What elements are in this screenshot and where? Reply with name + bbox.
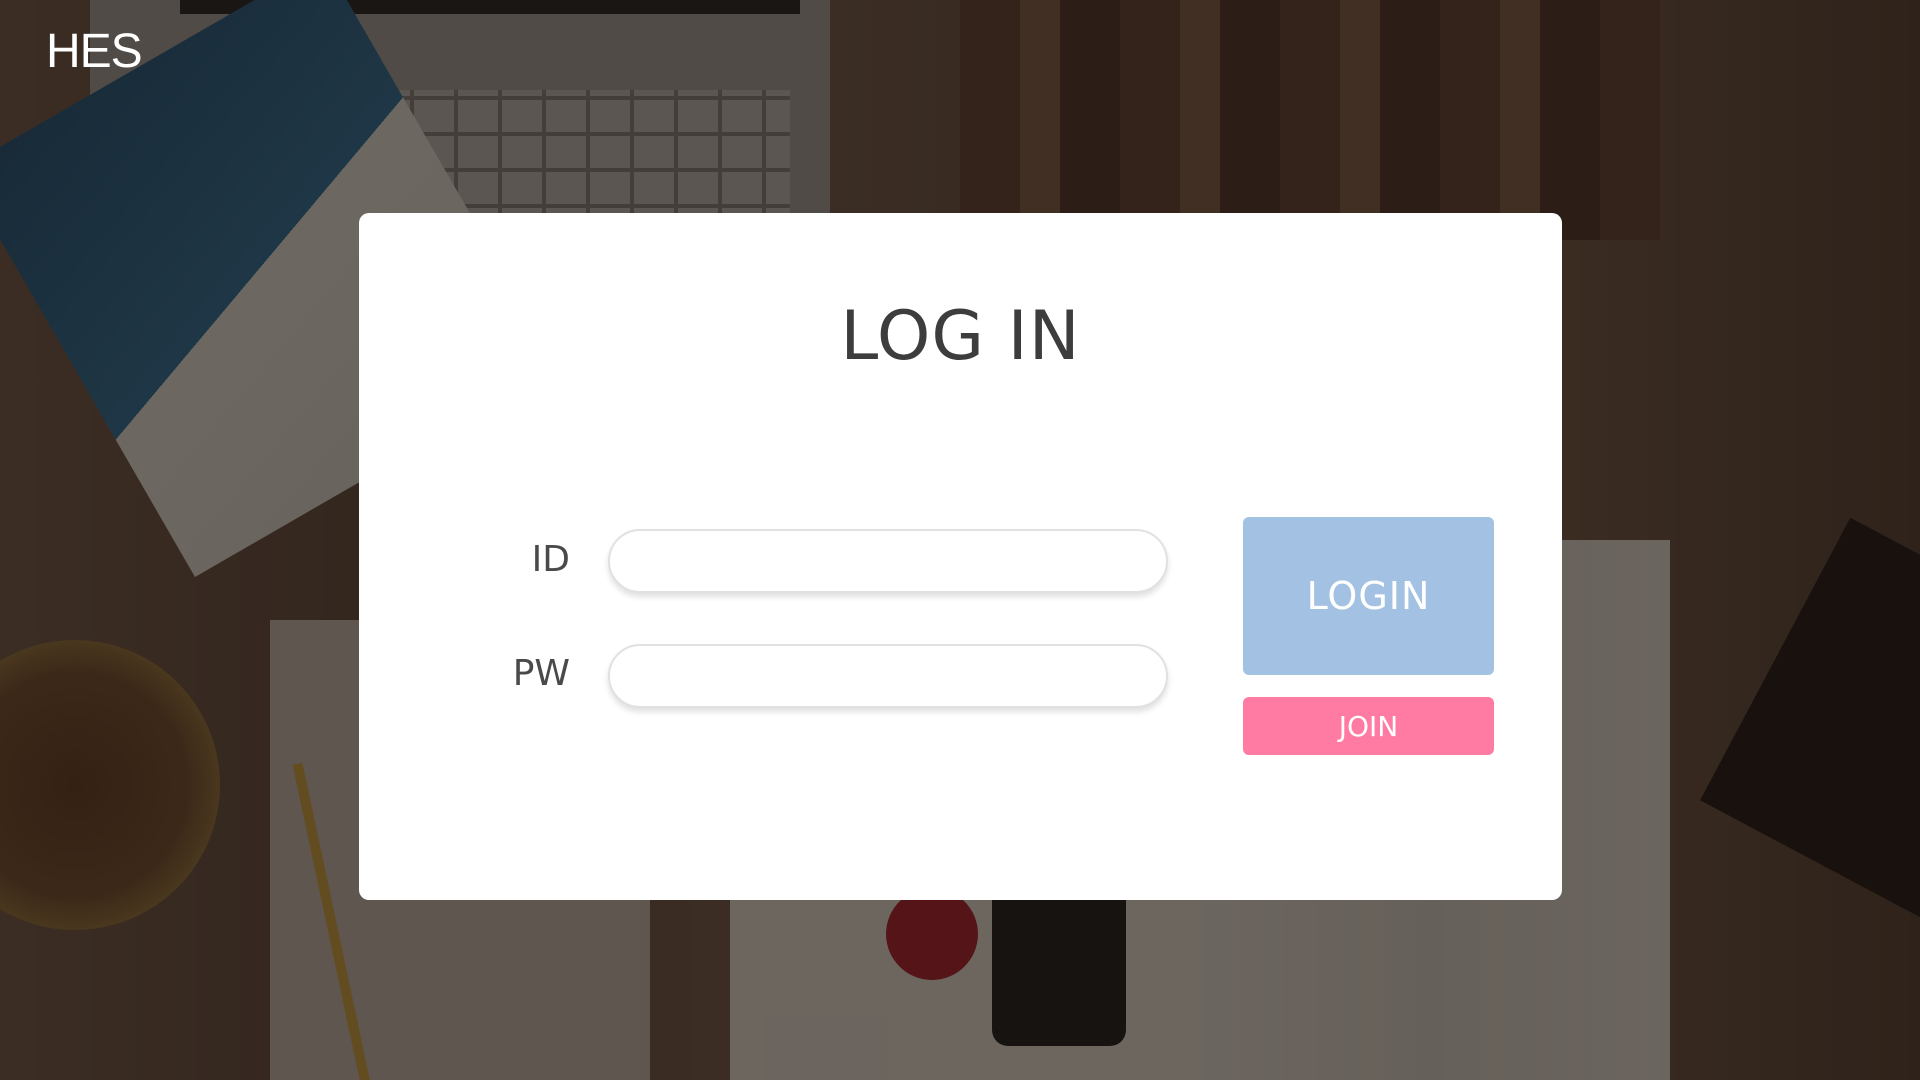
login-page: HES LOG IN ID PW LOGIN JOIN [0, 0, 1920, 1080]
login-button[interactable]: LOGIN [1243, 517, 1494, 675]
pw-label: PW [512, 653, 570, 694]
id-input[interactable] [608, 529, 1168, 593]
brand-logo[interactable]: HES [46, 24, 143, 79]
id-label: ID [531, 539, 570, 580]
page-title: LOG IN [840, 297, 1081, 376]
password-input[interactable] [608, 644, 1168, 708]
login-card: LOG IN ID PW LOGIN JOIN [359, 213, 1562, 900]
join-button[interactable]: JOIN [1243, 697, 1494, 755]
